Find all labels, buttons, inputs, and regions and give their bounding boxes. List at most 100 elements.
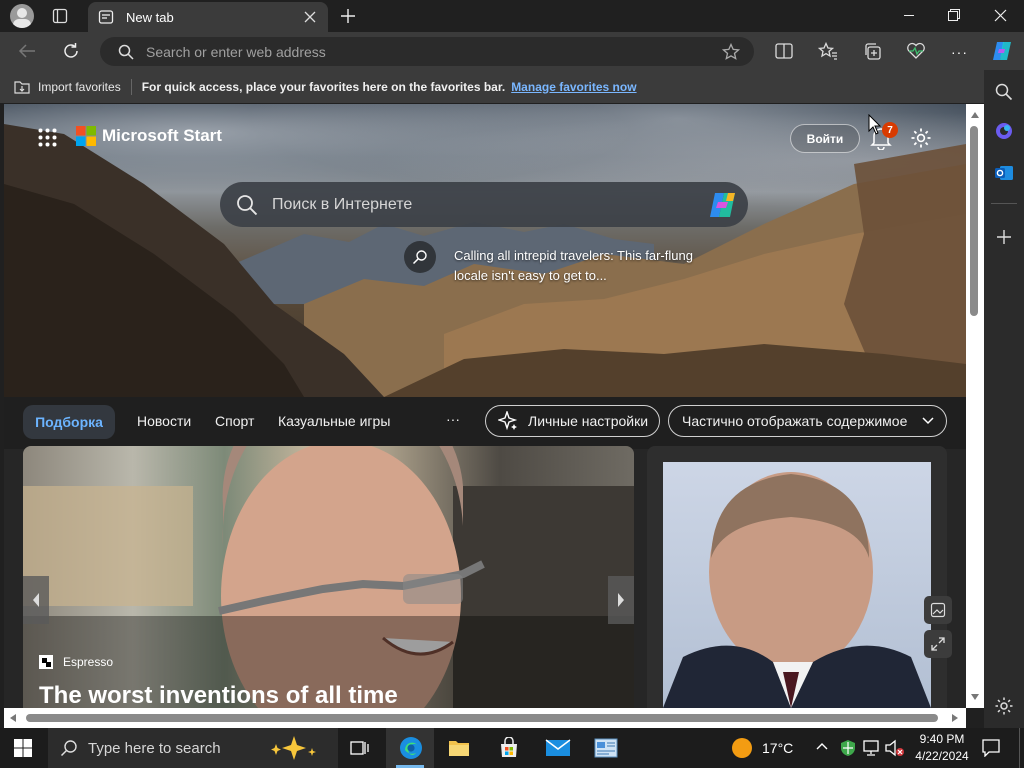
mail-icon[interactable] [545, 739, 571, 757]
new-tab-plus-icon[interactable] [340, 8, 356, 24]
close-window-icon[interactable] [994, 9, 1007, 22]
taskbar-search-box[interactable]: Type here to search [48, 728, 338, 768]
vertical-scrollbar[interactable] [966, 104, 984, 708]
navigation-bar: ··· [0, 32, 1024, 70]
profile-avatar-icon[interactable] [10, 4, 34, 28]
restore-icon[interactable] [948, 9, 960, 21]
notification-center-icon[interactable] [982, 739, 1000, 757]
tab-actions-icon[interactable] [52, 8, 68, 24]
copilot-search-icon[interactable] [708, 191, 740, 219]
show-desktop-button[interactable] [1019, 728, 1020, 768]
import-favorites-button[interactable]: Import favorites [14, 80, 121, 94]
volume-muted-icon[interactable] [885, 739, 905, 757]
tab-new-tab[interactable]: New tab [88, 2, 328, 32]
web-search-box[interactable]: Поиск в Интернете [220, 182, 748, 227]
sidebar-search-icon[interactable] [995, 83, 1013, 101]
clock-date[interactable]: 4/22/2024 [906, 749, 978, 763]
network-icon[interactable] [862, 740, 880, 756]
apps-grid-icon[interactable] [38, 128, 57, 147]
search-highlight-sparkle-icon [266, 734, 326, 762]
personalize-label: Личные настройки [528, 413, 649, 429]
windows-start-icon[interactable] [14, 739, 32, 757]
featured-card-image [23, 446, 634, 708]
minimize-icon[interactable] [904, 15, 914, 16]
image-info-search-icon[interactable] [404, 241, 436, 273]
vertical-scroll-thumb[interactable] [970, 126, 978, 316]
page-settings-gear-icon[interactable] [910, 127, 932, 149]
secondary-card-image [663, 462, 931, 708]
chevron-down-icon [922, 417, 934, 425]
security-shield-icon[interactable] [840, 739, 856, 757]
clock-time[interactable]: 9:40 PM [916, 732, 968, 746]
brand-name: Microsoft Start [102, 126, 222, 145]
scroll-right-icon[interactable] [952, 714, 958, 722]
more-options-icon[interactable]: ··· [951, 45, 968, 59]
microsoft-start-brand[interactable]: Microsoft Start [76, 126, 222, 146]
copilot-sidebar-icon[interactable] [994, 121, 1014, 141]
weather-sun-icon[interactable] [732, 738, 752, 758]
tab-sport[interactable]: Спорт [215, 413, 254, 429]
sidebar-divider [991, 203, 1017, 204]
card-source-name: Espresso [63, 655, 114, 669]
taskbar-search-placeholder: Type here to search [88, 739, 221, 757]
feed-navigation: Подборка Новости Спорт Казуальные игры ·… [4, 397, 966, 449]
microsoft-store-icon[interactable] [498, 737, 520, 759]
card-headline[interactable]: The worst inventions of all time [39, 682, 398, 708]
hero-image-caption[interactable]: Calling all intrepid travelers: This far… [454, 246, 694, 286]
control-panel-icon[interactable] [594, 738, 618, 758]
expand-icon[interactable] [924, 630, 952, 658]
carousel-next-button[interactable] [608, 576, 634, 624]
task-view-icon[interactable] [350, 738, 370, 758]
tab-casual-games[interactable]: Казуальные игры [278, 413, 390, 429]
favorite-star-icon[interactable] [722, 43, 740, 61]
tab-title: New tab [126, 9, 174, 25]
manage-favorites-link[interactable]: Manage favorites now [511, 80, 636, 94]
search-icon [118, 44, 134, 60]
scroll-up-icon[interactable] [971, 112, 979, 118]
collections-icon[interactable] [863, 42, 881, 60]
split-screen-icon[interactable] [775, 43, 793, 59]
tray-chevron-up-icon[interactable] [816, 742, 828, 750]
favorites-bar: Import favorites For quick access, place… [0, 70, 984, 103]
card-source: Espresso [39, 655, 113, 669]
close-tab-icon[interactable] [304, 11, 316, 23]
favorites-icon[interactable] [818, 42, 838, 60]
divider [130, 78, 132, 95]
signin-button[interactable]: Войти [790, 124, 860, 153]
hero-background-image: Microsoft Start Войти 7 Поиск в Интернет… [4, 104, 966, 397]
file-explorer-icon[interactable] [448, 738, 470, 758]
horizontal-scrollbar[interactable] [4, 708, 966, 728]
sidebar-settings-icon[interactable] [994, 696, 1014, 716]
content-visibility-dropdown[interactable]: Частично отображать содержимое [668, 405, 947, 437]
personalize-button[interactable]: Личные настройки [485, 405, 660, 437]
outlook-icon[interactable] [994, 163, 1014, 183]
content-visibility-label: Частично отображать содержимое [682, 413, 908, 429]
windows-taskbar: Type here to search 17°C 9:40 PM 4/22/20… [0, 728, 1024, 768]
secondary-news-card[interactable] [647, 446, 947, 708]
web-search-placeholder: Поиск в Интернете [272, 195, 413, 213]
carousel-prev-button[interactable] [23, 576, 49, 624]
personalize-sparkle-icon [498, 411, 518, 431]
weather-temperature[interactable]: 17°C [762, 740, 793, 756]
import-folder-icon [14, 80, 30, 94]
more-tabs-button[interactable]: ··· [446, 411, 460, 427]
notification-badge: 7 [882, 122, 898, 138]
taskbar-search-icon [60, 739, 78, 757]
background-image-icon[interactable] [924, 596, 952, 624]
back-arrow-icon[interactable] [18, 43, 36, 59]
tab-podborka[interactable]: Подборка [23, 405, 115, 439]
search-icon [236, 194, 258, 216]
refresh-icon[interactable] [62, 42, 80, 60]
address-input[interactable] [146, 43, 706, 60]
scroll-down-icon[interactable] [971, 694, 979, 700]
featured-news-card[interactable]: Espresso The worst inventions of all tim… [23, 446, 634, 708]
browser-essentials-icon[interactable] [906, 42, 926, 60]
address-bar[interactable] [100, 37, 754, 66]
scroll-left-icon[interactable] [10, 714, 16, 722]
import-favorites-label: Import favorites [38, 79, 121, 94]
copilot-icon[interactable] [990, 39, 1014, 63]
taskbar-edge-button[interactable] [386, 728, 434, 768]
horizontal-scroll-thumb[interactable] [26, 714, 938, 722]
tab-novosti[interactable]: Новости [137, 413, 191, 429]
add-sidebar-app-icon[interactable] [996, 229, 1012, 245]
